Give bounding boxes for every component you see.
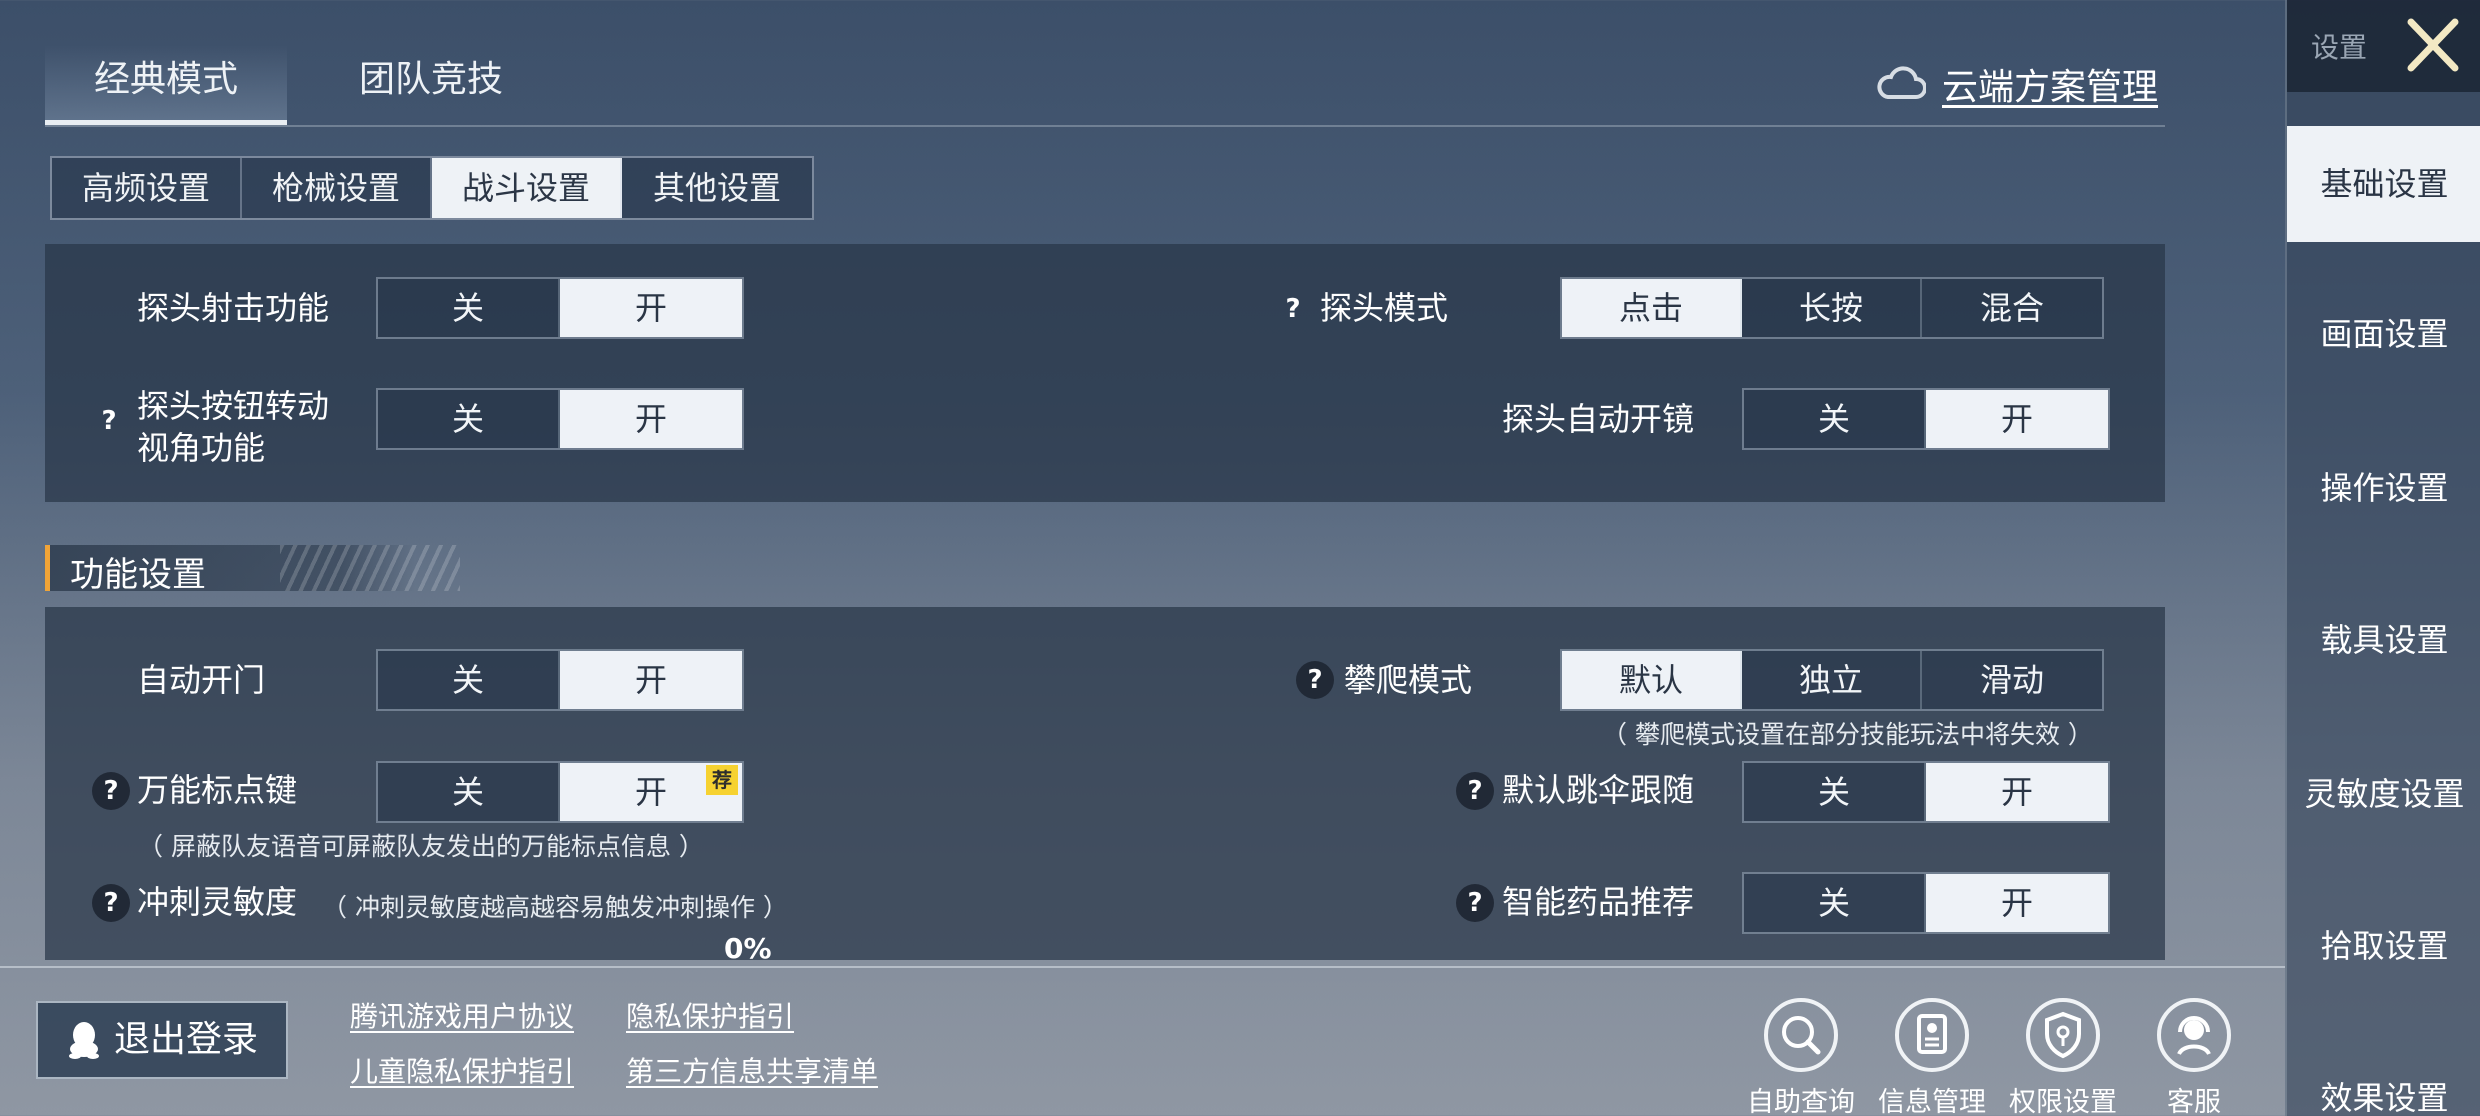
peek-rotate-label-line1: 探头按钮转动 — [137, 387, 330, 425]
smart-medicine-toggle: 关 开 — [1742, 872, 2110, 934]
peek-rotate-label-line2: 视角功能 — [137, 429, 266, 467]
peek-shoot-on[interactable]: 开 — [560, 279, 742, 337]
customer-service-label: 客服 — [2167, 1087, 2221, 1116]
permission-settings-button[interactable]: 权限设置 — [2008, 998, 2118, 1116]
peek-scope-label: 探头自动开镜 — [1502, 400, 1695, 438]
shield-icon — [2026, 998, 2100, 1072]
permission-settings-label: 权限设置 — [2009, 1087, 2117, 1116]
medicine-help-icon[interactable]: ? — [1456, 884, 1494, 922]
customer-service-button[interactable]: 客服 — [2139, 998, 2249, 1116]
peek-shoot-label: 探头射击功能 — [137, 289, 330, 327]
sprint-sensitivity-value: 0% — [724, 932, 772, 965]
close-icon[interactable] — [2401, 14, 2465, 76]
climb-mode-independent[interactable]: 独立 — [1742, 651, 1922, 709]
id-card-icon — [1895, 998, 1969, 1072]
smart-medicine-label: 智能药品推荐 — [1502, 883, 1695, 921]
marker-key-off[interactable]: 关 — [378, 763, 560, 821]
sub-tab-bar: 高频设置 枪械设置 战斗设置 其他设置 — [50, 156, 814, 220]
function-settings-header: 功能设置 — [45, 545, 460, 595]
headset-icon — [2157, 998, 2231, 1072]
subtab-firearms[interactable]: 枪械设置 — [242, 158, 432, 218]
sprint-sensitivity-note: （ 冲刺灵敏度越高越容易触发冲刺操作 ） — [322, 893, 788, 922]
tab-classic-mode[interactable]: 经典模式 — [45, 45, 287, 125]
cloud-scheme-link[interactable]: 云端方案管理 — [1942, 58, 2158, 110]
subtab-other[interactable]: 其他设置 — [622, 158, 812, 218]
privacy-guide-link[interactable]: 隐私保护指引 — [626, 995, 794, 1035]
parachute-follow-label: 默认跳伞跟随 — [1502, 771, 1695, 809]
peek-rotate-toggle: 关 开 — [376, 388, 744, 450]
peek-mode-label: 探头模式 — [1320, 289, 1449, 327]
peek-mode-mixed[interactable]: 混合 — [1922, 279, 2102, 337]
climb-mode-label: 攀爬模式 — [1344, 661, 1473, 699]
cloud-icon — [1877, 66, 1926, 99]
settings-sidebar: 设置 基础设置 画面设置 操作设置 载具设置 灵敏度设置 拾取设置 效果设置 — [2285, 0, 2480, 1116]
child-privacy-link[interactable]: 儿童隐私保护指引 — [350, 1050, 574, 1090]
marker-key-label: 万能标点键 — [137, 771, 298, 809]
climb-mode-note: （ 攀爬模式设置在部分技能玩法中将失效 ） — [1602, 720, 2093, 749]
auto-door-off[interactable]: 关 — [378, 651, 560, 709]
climb-mode-toggle: 默认 独立 滑动 — [1560, 649, 2104, 711]
climb-mode-default[interactable]: 默认 — [1562, 651, 1742, 709]
parachute-follow-off[interactable]: 关 — [1744, 763, 1926, 821]
parachute-follow-toggle: 关 开 — [1742, 761, 2110, 823]
peek-rotate-on[interactable]: 开 — [560, 390, 742, 448]
auto-door-toggle: 关 开 — [376, 649, 744, 711]
sidebar-title: 设置 — [2311, 31, 2368, 64]
peek-shoot-off[interactable]: 关 — [378, 279, 560, 337]
search-icon — [1764, 998, 1838, 1072]
peek-mode-hold[interactable]: 长按 — [1742, 279, 1922, 337]
marker-key-note: （ 屏蔽队友语音可屏蔽队友发出的万能标点信息 ） — [138, 832, 704, 861]
penguin-icon — [69, 1022, 99, 1059]
parachute-help-icon[interactable]: ? — [1456, 772, 1494, 810]
peek-scope-toggle: 关 开 — [1742, 388, 2110, 450]
climb-mode-slide[interactable]: 滑动 — [1922, 651, 2102, 709]
auto-door-label: 自动开门 — [137, 661, 266, 699]
peek-mode-click[interactable]: 点击 — [1562, 279, 1742, 337]
marker-key-toggle: 关 开 荐 — [376, 761, 744, 823]
self-query-label: 自助查询 — [1747, 1087, 1855, 1116]
parachute-follow-on[interactable]: 开 — [1926, 763, 2108, 821]
marker-key-on[interactable]: 开 荐 — [560, 763, 742, 821]
logout-button[interactable]: 退出登录 — [36, 1001, 288, 1079]
subtab-high-frequency[interactable]: 高频设置 — [52, 158, 242, 218]
sprint-sensitivity-label: 冲刺灵敏度 — [137, 883, 298, 921]
peek-shoot-toggle: 关 开 — [376, 277, 744, 339]
sidebar-header: 设置 — [2287, 0, 2480, 92]
peek-rotate-help-icon[interactable]: ? — [90, 402, 128, 440]
smart-medicine-off[interactable]: 关 — [1744, 874, 1926, 932]
sidebar-item-sensitivity[interactable]: 灵敏度设置 — [2287, 736, 2480, 852]
sidebar-item-basic[interactable]: 基础设置 — [2287, 126, 2480, 242]
marker-key-on-text: 开 — [634, 773, 667, 811]
peek-scope-on[interactable]: 开 — [1926, 390, 2108, 448]
auto-door-on[interactable]: 开 — [560, 651, 742, 709]
peek-mode-toggle: 点击 长按 混合 — [1560, 277, 2104, 339]
tabs-divider — [45, 125, 2165, 127]
third-party-sharing-link[interactable]: 第三方信息共享清单 — [626, 1050, 878, 1090]
logout-label: 退出登录 — [114, 1019, 259, 1060]
header-stripes-decoration — [280, 545, 460, 591]
sidebar-item-graphics[interactable]: 画面设置 — [2287, 276, 2480, 392]
marker-key-help-icon[interactable]: ? — [92, 772, 130, 810]
tab-team-deathmatch[interactable]: 团队竞技 — [308, 45, 554, 125]
smart-medicine-on[interactable]: 开 — [1926, 874, 2108, 932]
sidebar-item-pickup[interactable]: 拾取设置 — [2287, 888, 2480, 1004]
user-agreement-link[interactable]: 腾讯游戏用户协议 — [350, 995, 574, 1035]
sidebar-item-effects[interactable]: 效果设置 — [2287, 1040, 2480, 1116]
sprint-help-icon[interactable]: ? — [92, 884, 130, 922]
section-title-text: 功能设置 — [70, 555, 206, 595]
info-management-label: 信息管理 — [1878, 1087, 1986, 1116]
recommended-badge: 荐 — [706, 765, 738, 795]
climb-mode-help-icon[interactable]: ? — [1296, 661, 1334, 699]
subtab-combat[interactable]: 战斗设置 — [432, 158, 622, 218]
peek-scope-off[interactable]: 关 — [1744, 390, 1926, 448]
peek-rotate-off[interactable]: 关 — [378, 390, 560, 448]
bottom-divider — [0, 966, 2285, 968]
self-query-button[interactable]: 自助查询 — [1746, 998, 1856, 1116]
peek-mode-help-icon[interactable]: ? — [1274, 290, 1312, 328]
sidebar-item-vehicle[interactable]: 载具设置 — [2287, 582, 2480, 698]
info-management-button[interactable]: 信息管理 — [1877, 998, 1987, 1116]
sidebar-item-controls[interactable]: 操作设置 — [2287, 430, 2480, 546]
